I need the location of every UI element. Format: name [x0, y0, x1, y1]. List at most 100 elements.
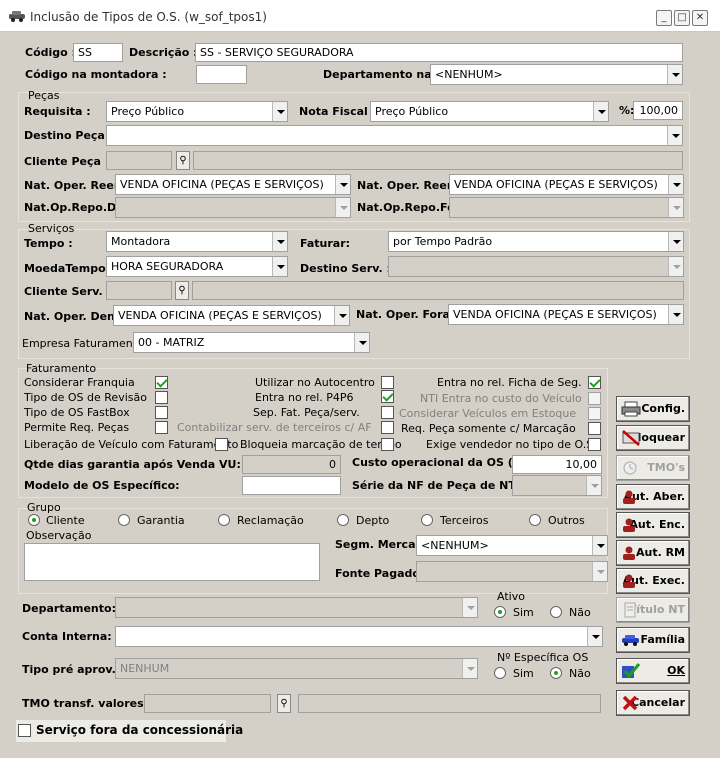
tempo-select[interactable]: Montadora [106, 231, 288, 252]
maximize-button[interactable]: □ [674, 10, 690, 26]
aut-rm-button[interactable]: Aut. RM [616, 540, 690, 566]
departamento-nf-select[interactable]: <NENHUM> [430, 64, 683, 85]
contabilizar-label: Contabilizar serv. de terceiros c/ AF [177, 421, 372, 434]
chevron-down-icon [593, 102, 608, 121]
sep-fat-label: Sep. Fat. Peça/serv. [253, 406, 360, 419]
grupo-cliente-radio[interactable] [28, 514, 40, 526]
cancelar-button[interactable]: Cancelar [616, 690, 690, 716]
codigo-input[interactable]: SS [73, 43, 123, 62]
ativo-sim-label: Sim [513, 606, 534, 619]
tmos-label: TMO's [647, 461, 685, 474]
grupo-reclamacao-radio[interactable] [218, 514, 230, 526]
veic-estoque-label: Considerar Veículos em Estoque [399, 407, 577, 420]
cliente-serv-code [106, 281, 172, 300]
tempo-label: Tempo : [24, 237, 73, 250]
requisita-select[interactable]: Preço Público [106, 101, 288, 122]
person-icon [623, 574, 635, 588]
person-icon [623, 518, 635, 532]
percent-input[interactable]: 100,00 [633, 101, 683, 120]
especifica-nao-radio[interactable] [550, 667, 562, 679]
exige-vend-checkbox[interactable] [588, 438, 601, 451]
familia-button[interactable]: Família [616, 627, 690, 653]
titulo-nt-button: Título NT [616, 597, 690, 623]
segm-select[interactable]: <NENHUM> [416, 535, 608, 556]
nti-custo-checkbox [588, 392, 601, 405]
especifica-nao-label: Não [569, 667, 591, 680]
req-peca-checkbox[interactable] [588, 422, 601, 435]
sep-fat-checkbox[interactable] [381, 406, 394, 419]
aut-enc-button[interactable]: Aut. Enc. [616, 512, 690, 538]
aut-exec-button[interactable]: Aut. Exec. [616, 568, 690, 594]
considerar-franquia-checkbox[interactable] [155, 376, 168, 389]
faturar-label: Faturar: [300, 237, 351, 250]
liberacao-label: Liberação de Veículo com Faturamento [24, 438, 239, 451]
cliente-peca-lookup-button[interactable]: ⚲ [176, 151, 190, 170]
bloquear-button[interactable]: Bloquear [616, 425, 690, 451]
ficha-seg-checkbox[interactable] [588, 376, 601, 389]
faturar-select[interactable]: por Tempo Padrão [388, 231, 684, 252]
empresa-select[interactable]: 00 - MATRIZ [133, 332, 370, 353]
cliente-serv-name [192, 281, 684, 300]
permite-req-checkbox[interactable] [155, 421, 168, 434]
qtde-dias-input: 0 [242, 455, 341, 474]
nat-fora-label: Nat. Oper. Fora: [356, 308, 455, 321]
descricao-input[interactable]: SS - SERVIÇO SEGURADORA [195, 43, 683, 62]
observacao-textarea[interactable] [24, 543, 320, 581]
tipo-fastbox-checkbox[interactable] [155, 406, 168, 419]
cliente-serv-lookup-button[interactable]: ⚲ [175, 281, 189, 300]
grupo-garantia-radio[interactable] [118, 514, 130, 526]
nat-fora-value: VENDA OFICINA (PEÇAS E SERVIÇOS) [453, 308, 657, 321]
descricao-label: Descrição : [129, 46, 198, 59]
codigo-montadora-input[interactable] [196, 65, 247, 84]
grupo-outros-label: Outros [548, 514, 585, 527]
nat-reem2-label: Nat. Oper. Reem. [357, 179, 463, 192]
nat-reem1-select[interactable]: VENDA OFICINA (PEÇAS E SERVIÇOS) [115, 174, 351, 195]
especifica-sim-radio[interactable] [494, 667, 506, 679]
ativo-nao-radio[interactable] [550, 606, 562, 618]
chevron-down-icon [668, 305, 683, 324]
config-label: Config. [641, 402, 685, 415]
nat-reem2-select[interactable]: VENDA OFICINA (PEÇAS E SERVIÇOS) [449, 174, 684, 195]
destino-peca-select[interactable] [106, 125, 683, 146]
nti-custo-label: NTI Entra no custo do Veículo [420, 392, 582, 405]
autocentro-label: Utilizar no Autocentro [255, 376, 375, 389]
nat-dentro-select[interactable]: VENDA OFICINA (PEÇAS E SERVIÇOS) [113, 305, 350, 326]
grupo-terceiros-radio[interactable] [421, 514, 433, 526]
chevron-down-icon [272, 232, 287, 251]
custo-op-input[interactable]: 10,00 [512, 455, 602, 474]
custo-op-label: Custo operacional da OS (%) [352, 456, 529, 469]
grupo-outros-radio[interactable] [529, 514, 541, 526]
servico-fora-checkbox[interactable] [18, 724, 31, 737]
chevron-down-icon [668, 257, 683, 276]
chevron-down-icon [462, 659, 477, 678]
departamento-select [115, 597, 478, 618]
grupo-terceiros-label: Terceiros [440, 514, 489, 527]
ok-label: OK [667, 664, 685, 677]
p4p6-checkbox[interactable] [381, 390, 394, 403]
tipo-revisao-checkbox[interactable] [155, 391, 168, 404]
nat-fora-select[interactable]: VENDA OFICINA (PEÇAS E SERVIÇOS) [448, 304, 684, 325]
nota-fiscal-select[interactable]: Preço Público [370, 101, 609, 122]
aut-aber-button[interactable]: Aut. Aber. [616, 484, 690, 510]
config-button[interactable]: Config. [616, 396, 690, 422]
tmo-lookup-button[interactable]: ⚲ [277, 694, 291, 713]
contabilizar-checkbox[interactable] [381, 421, 394, 434]
chevron-down-icon [462, 598, 477, 617]
close-button[interactable]: ✕ [692, 10, 708, 26]
autocentro-checkbox[interactable] [381, 376, 394, 389]
ativo-sim-radio[interactable] [494, 606, 506, 618]
ok-button[interactable]: OK [616, 658, 690, 684]
observacao-label: Observação [26, 529, 92, 542]
ativo-nao-label: Não [569, 606, 591, 619]
faturamento-group-label: Faturamento [26, 362, 97, 375]
tipo-pre-value: NENHUM [120, 662, 170, 675]
conta-select[interactable] [115, 626, 603, 647]
moeda-select[interactable]: HORA SEGURADORA [106, 256, 288, 277]
grupo-depto-radio[interactable] [337, 514, 349, 526]
chevron-down-icon [272, 257, 287, 276]
liberacao-checkbox[interactable] [215, 438, 228, 451]
bloqueia-checkbox[interactable] [381, 438, 394, 451]
minimize-button[interactable]: _ [656, 10, 672, 26]
nat-repo-den-select [115, 197, 351, 218]
modelo-input[interactable] [242, 476, 341, 495]
